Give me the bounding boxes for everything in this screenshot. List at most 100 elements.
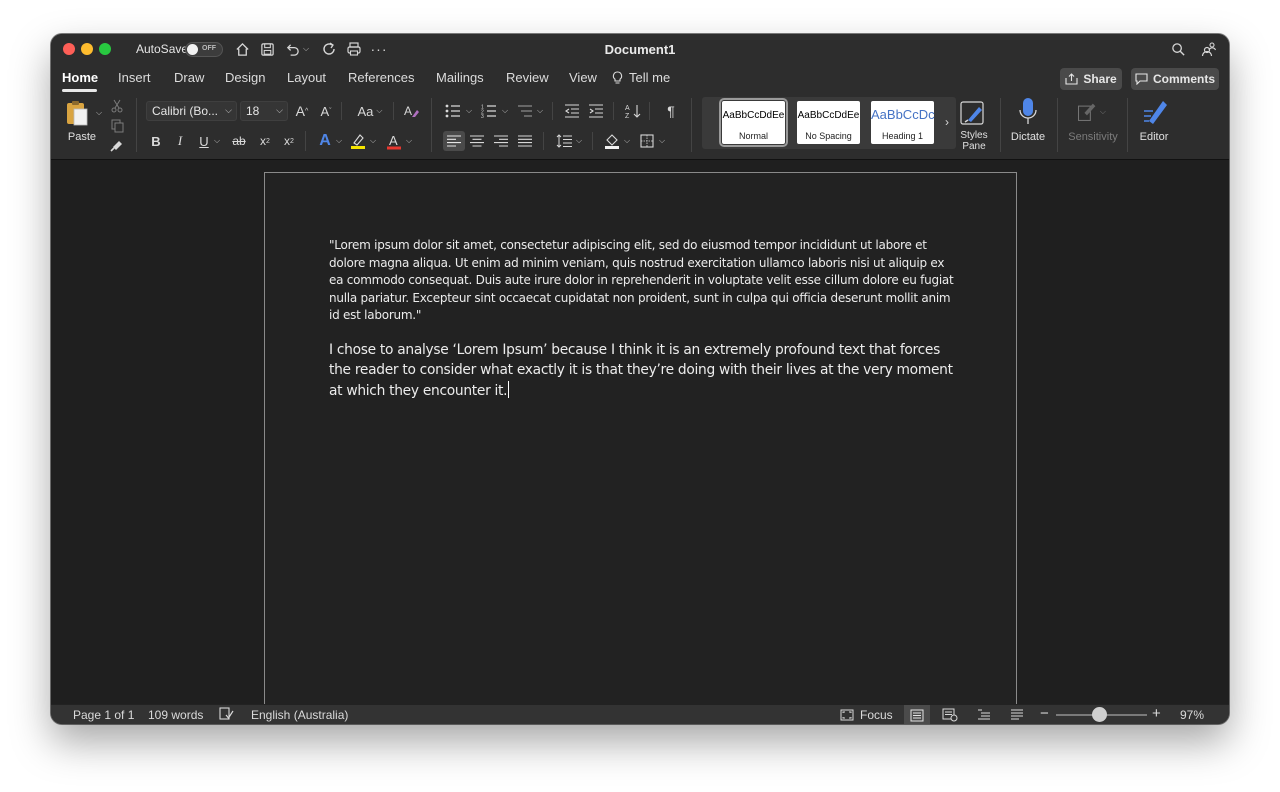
close-window-button[interactable]: [63, 43, 75, 55]
change-case-button[interactable]: Aa ⌵: [353, 101, 387, 121]
line-spacing-icon[interactable]: [554, 131, 574, 151]
subscript-icon[interactable]: x2: [256, 132, 274, 150]
bullets-icon[interactable]: [443, 101, 463, 121]
zoom-out-icon[interactable]: −: [1040, 705, 1049, 722]
zoom-window-button[interactable]: [99, 43, 111, 55]
sensitivity-button[interactable]: ⌵: [1076, 98, 1106, 126]
shading-dropdown-chevron-icon[interactable]: ⌵: [622, 131, 632, 151]
italic-icon[interactable]: I: [171, 132, 189, 150]
redo-icon[interactable]: [320, 40, 338, 58]
search-icon[interactable]: [1169, 40, 1187, 58]
copy-icon[interactable]: [109, 118, 125, 134]
page-count[interactable]: Page 1 of 1: [73, 708, 134, 722]
multilevel-list-icon[interactable]: [515, 101, 535, 121]
sort-icon[interactable]: AZ: [623, 101, 643, 121]
styles-pane-button[interactable]: [959, 98, 987, 128]
comments-button[interactable]: Comments: [1131, 68, 1219, 90]
undo-icon[interactable]: [283, 40, 301, 58]
tab-view[interactable]: View: [569, 70, 597, 85]
borders-dropdown-chevron-icon[interactable]: ⌵: [657, 131, 667, 151]
bold-icon[interactable]: B: [147, 132, 165, 150]
paste-button[interactable]: [63, 98, 91, 128]
justify-icon[interactable]: [515, 131, 535, 151]
ribbon-separator: [613, 102, 614, 120]
strikethrough-icon[interactable]: ab: [230, 132, 248, 150]
word-count[interactable]: 109 words: [148, 708, 203, 722]
font-name-combo[interactable]: Calibri (Bo... ⌵: [146, 101, 237, 121]
language-indicator[interactable]: English (Australia): [251, 708, 348, 722]
share-button[interactable]: Share: [1060, 68, 1122, 90]
proofing-icon[interactable]: [219, 707, 234, 724]
tab-references[interactable]: References: [348, 70, 414, 85]
document-page[interactable]: "Lorem ipsum dolor sit amet, consectetur…: [264, 172, 1017, 712]
tell-me-search[interactable]: Tell me: [612, 70, 670, 85]
account-icon[interactable]: [1200, 40, 1218, 58]
tab-insert[interactable]: Insert: [118, 70, 151, 85]
more-options-icon[interactable]: ···: [370, 40, 388, 58]
document-title: Document1: [604, 42, 676, 57]
decrease-indent-icon[interactable]: [562, 101, 582, 121]
zoom-slider-thumb[interactable]: [1092, 707, 1107, 722]
shading-icon[interactable]: [602, 131, 622, 151]
highlight-color-icon[interactable]: [349, 132, 367, 150]
minimize-window-button[interactable]: [81, 43, 93, 55]
styles-gallery-next-icon[interactable]: ›: [941, 114, 953, 130]
numbering-icon[interactable]: 123: [479, 101, 499, 121]
text-effects-dropdown-chevron-icon[interactable]: ⌵: [334, 132, 344, 150]
align-left-icon[interactable]: [443, 131, 465, 151]
clear-formatting-icon[interactable]: A: [401, 101, 421, 121]
align-center-icon[interactable]: [467, 131, 487, 151]
paragraph-quote[interactable]: "Lorem ipsum dolor sit amet, consectetur…: [329, 237, 954, 325]
font-name-value: Calibri (Bo...: [152, 104, 219, 118]
show-formatting-marks-icon[interactable]: ¶: [661, 101, 681, 121]
print-layout-view-icon[interactable]: [904, 705, 930, 724]
paste-dropdown-chevron-icon[interactable]: ⌵: [94, 106, 104, 120]
zoom-percentage[interactable]: 97%: [1180, 708, 1204, 722]
ribbon-separator: [305, 131, 306, 151]
format-painter-icon[interactable]: [109, 137, 125, 153]
style-normal[interactable]: AaBbCcDdEe Normal: [719, 98, 788, 147]
highlight-dropdown-chevron-icon[interactable]: ⌵: [368, 132, 378, 150]
undo-dropdown-chevron-icon[interactable]: ⌵: [301, 40, 311, 58]
print-icon[interactable]: [345, 40, 363, 58]
paragraph-body[interactable]: I chose to analyse ‘Lorem Ipsum’ because…: [329, 341, 954, 401]
tab-review[interactable]: Review: [506, 70, 549, 85]
outline-view-icon[interactable]: [971, 705, 997, 724]
style-heading-1[interactable]: AaBbCcDc Heading 1: [871, 101, 935, 144]
borders-icon[interactable]: [637, 131, 657, 151]
multilevel-dropdown-chevron-icon[interactable]: ⌵: [535, 101, 545, 121]
web-layout-view-icon[interactable]: [937, 705, 963, 724]
tab-mailings[interactable]: Mailings: [436, 70, 484, 85]
shrink-font-icon[interactable]: Aˇ: [316, 101, 336, 121]
font-color-icon[interactable]: A: [385, 132, 403, 150]
underline-icon[interactable]: U: [195, 132, 213, 150]
increase-indent-icon[interactable]: [586, 101, 606, 121]
sensitivity-icon: [1078, 103, 1096, 121]
style-no-spacing[interactable]: AaBbCcDdEe No Spacing: [797, 101, 860, 144]
ribbon-separator: [1127, 98, 1128, 152]
autosave-toggle[interactable]: OFF: [185, 42, 223, 57]
cut-icon[interactable]: [109, 98, 125, 114]
font-color-dropdown-chevron-icon[interactable]: ⌵: [404, 132, 414, 150]
dictate-button[interactable]: [1015, 96, 1041, 128]
text-effects-icon[interactable]: A: [316, 132, 334, 150]
bullets-dropdown-chevron-icon[interactable]: ⌵: [464, 101, 474, 121]
focus-button[interactable]: Focus: [840, 708, 893, 722]
draft-view-icon[interactable]: [1004, 705, 1030, 724]
style-name: No Spacing: [805, 131, 852, 141]
tab-layout[interactable]: Layout: [287, 70, 326, 85]
line-spacing-dropdown-chevron-icon[interactable]: ⌵: [574, 131, 584, 151]
save-icon[interactable]: [258, 40, 276, 58]
align-right-icon[interactable]: [491, 131, 511, 151]
home-icon[interactable]: [233, 40, 251, 58]
underline-dropdown-chevron-icon[interactable]: ⌵: [212, 132, 222, 150]
tab-design[interactable]: Design: [225, 70, 265, 85]
editor-button[interactable]: [1140, 96, 1170, 128]
tab-home[interactable]: Home: [62, 70, 98, 85]
superscript-icon[interactable]: x2: [280, 132, 298, 150]
tab-draw[interactable]: Draw: [174, 70, 204, 85]
zoom-in-icon[interactable]: +: [1152, 705, 1161, 722]
numbering-dropdown-chevron-icon[interactable]: ⌵: [500, 101, 510, 121]
font-size-combo[interactable]: 18 ⌵: [240, 101, 288, 121]
grow-font-icon[interactable]: A ^: [292, 101, 312, 121]
